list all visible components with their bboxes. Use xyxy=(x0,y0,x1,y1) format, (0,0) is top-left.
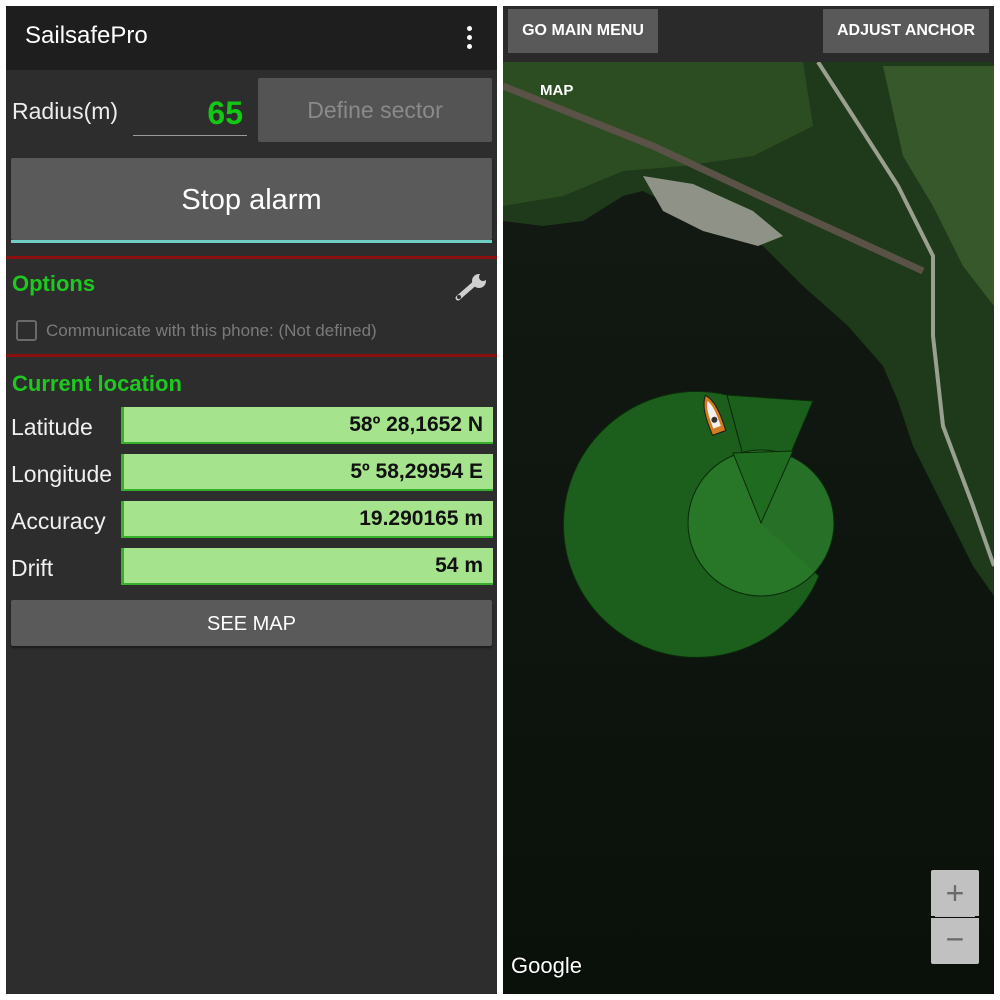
adjust-anchor-button[interactable]: ADJUST ANCHOR xyxy=(823,9,989,53)
satellite-map[interactable] xyxy=(503,6,994,994)
section-divider xyxy=(6,354,497,357)
latitude-value: 58º 28,1652 N xyxy=(121,407,493,444)
app-title: SailsafePro xyxy=(25,22,148,49)
google-logo: Google xyxy=(511,953,582,978)
define-sector-button[interactable]: Define sector xyxy=(258,78,492,142)
communicate-label: Communicate with this phone: (Not define… xyxy=(46,321,377,340)
communicate-checkbox[interactable] xyxy=(16,320,37,341)
map-toolbar: GO MAIN MENU ADJUST ANCHOR xyxy=(503,6,994,62)
accuracy-value: 19.290165 m xyxy=(121,501,493,538)
radius-input[interactable]: 65 xyxy=(133,90,247,136)
zoom-divider xyxy=(935,916,975,917)
options-heading: Options xyxy=(12,271,96,296)
app-bar: SailsafePro xyxy=(6,6,497,70)
zoom-in-button[interactable]: + xyxy=(931,870,979,916)
wrench-icon[interactable] xyxy=(454,272,490,302)
drift-value: 54 m xyxy=(121,548,493,585)
see-map-button[interactable]: SEE MAP xyxy=(11,600,492,646)
more-vert-icon[interactable] xyxy=(461,24,477,52)
zoom-out-button[interactable]: − xyxy=(931,918,979,964)
sailsafe-main-screen: SailsafePro Radius(m) 65 Define sector S… xyxy=(6,6,497,994)
longitude-label: Longitude xyxy=(11,461,113,487)
latitude-label: Latitude xyxy=(11,414,93,440)
stop-alarm-underline xyxy=(11,240,492,243)
accuracy-label: Accuracy xyxy=(11,508,106,534)
current-location-heading: Current location xyxy=(12,371,182,396)
stop-alarm-button[interactable]: Stop alarm xyxy=(11,158,492,240)
map-title: MAP xyxy=(540,82,574,99)
longitude-value: 5º 58,29954 E xyxy=(121,454,493,491)
map-screen: GO MAIN MENU ADJUST ANCHOR MAP Google + … xyxy=(503,6,994,994)
go-main-menu-button[interactable]: GO MAIN MENU xyxy=(508,9,658,53)
radius-label: Radius(m) xyxy=(12,98,119,124)
section-divider xyxy=(6,256,497,259)
drift-label: Drift xyxy=(11,555,54,581)
